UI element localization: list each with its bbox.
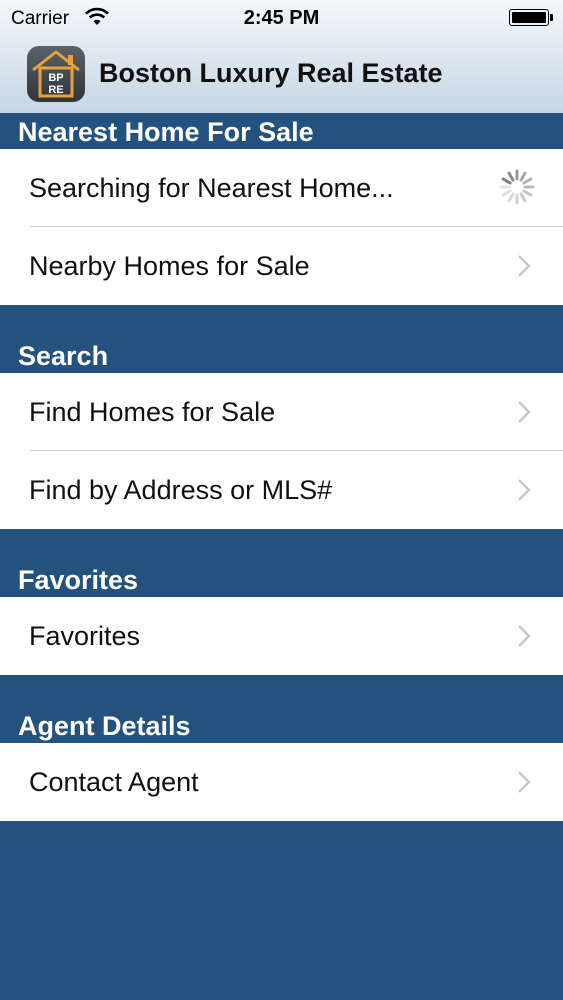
section-header-favorites: Favorites <box>0 529 563 597</box>
chevron-right-icon <box>518 401 531 423</box>
chevron-right-icon <box>518 255 531 277</box>
chevron-right-icon <box>518 771 531 793</box>
row-label: Searching for Nearest Home... <box>29 173 394 203</box>
row-label: Favorites <box>29 621 141 651</box>
find-by-address-row[interactable]: Find by Address or MLS# <box>0 451 563 529</box>
row-label: Find Homes for Sale <box>29 397 276 427</box>
chevron-right-icon <box>518 625 531 647</box>
contact-agent-row[interactable]: Contact Agent <box>0 743 563 821</box>
status-bar: Carrier 2:45 PM <box>0 0 563 36</box>
row-label: Contact Agent <box>29 767 199 797</box>
row-label: Find by Address or MLS# <box>29 475 333 505</box>
find-homes-row[interactable]: Find Homes for Sale <box>0 373 563 451</box>
row-label: Nearby Homes for Sale <box>29 251 310 281</box>
navigation-bar: Carrier 2:45 PM BP RE Boston Luxury Real… <box>0 0 563 113</box>
section-header-agent: Agent Details <box>0 675 563 743</box>
spinner-icon <box>499 169 535 205</box>
battery-tip <box>550 14 553 21</box>
section-header-search: Search <box>0 305 563 373</box>
logo-text-bottom: RE <box>48 84 63 96</box>
status-time: 2:45 PM <box>243 7 320 29</box>
nearby-homes-row[interactable]: Nearby Homes for Sale <box>0 227 563 305</box>
app-title: Boston Luxury Real Estate <box>99 58 443 88</box>
logo-text-top: BP <box>48 72 63 84</box>
section-header-nearest: Nearest Home For Sale <box>0 113 563 149</box>
house-logo-icon: BP RE <box>27 46 85 102</box>
searching-nearest-home-row: Searching for Nearest Home... <box>0 149 563 227</box>
chevron-right-icon <box>518 479 531 501</box>
favorites-row[interactable]: Favorites <box>0 597 563 675</box>
battery-full-icon <box>509 9 549 26</box>
